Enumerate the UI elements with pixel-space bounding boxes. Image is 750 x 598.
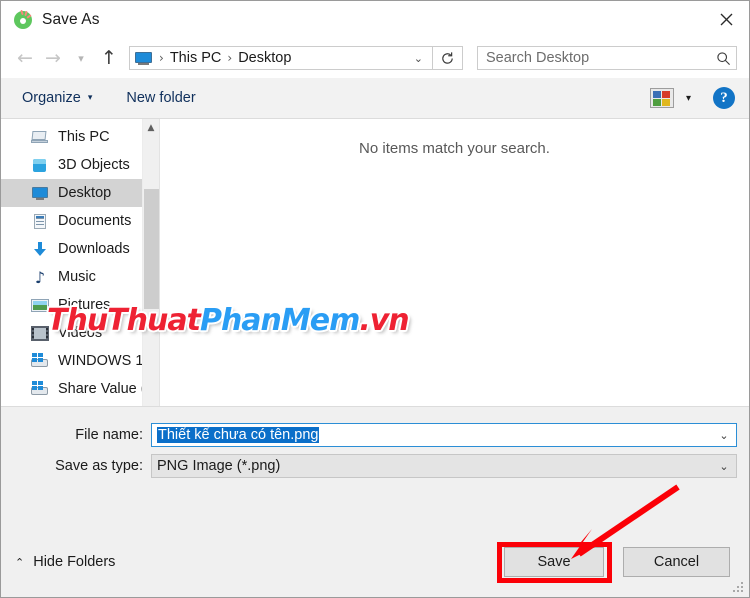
breadcrumb-separator: › bbox=[159, 51, 164, 65]
sidebar-scrollbar[interactable]: ▲ ▼ bbox=[142, 119, 159, 406]
sidebar-item-music[interactable]: ♪ Music bbox=[1, 263, 159, 291]
save-as-type-row: Save as type: PNG Image (*.png) ⌄ bbox=[1, 453, 749, 479]
arrow-up-icon: ↑ bbox=[101, 46, 117, 69]
navigation-bar: ← → ▾ ↑ › This PC › Desktop ⌄ bbox=[1, 38, 749, 78]
save-as-dialog: Save As ← → ▾ ↑ › This PC › Desktop ⌄ Se… bbox=[0, 0, 750, 598]
title-bar: Save As bbox=[1, 1, 749, 38]
help-button[interactable]: ? bbox=[713, 87, 735, 109]
file-name-label: File name: bbox=[75, 427, 143, 443]
breadcrumb-item-this-pc[interactable]: This PC bbox=[170, 50, 222, 66]
search-icon bbox=[710, 51, 736, 66]
watermark-part-2: PhanMem bbox=[199, 303, 360, 338]
close-button[interactable] bbox=[703, 1, 749, 37]
command-bar: Organize ▾ New folder ▾ ? bbox=[1, 78, 749, 119]
document-icon bbox=[31, 213, 49, 230]
sidebar-item-label: Downloads bbox=[58, 240, 130, 257]
save-as-type-combo[interactable]: PNG Image (*.png) ⌄ bbox=[151, 454, 737, 478]
cancel-button-label: Cancel bbox=[653, 554, 700, 570]
sidebar-item-label: Music bbox=[58, 268, 96, 285]
window-title: Save As bbox=[42, 10, 100, 28]
monitor-icon bbox=[134, 51, 153, 66]
resize-grip[interactable] bbox=[733, 582, 745, 594]
save-as-type-dropdown-icon[interactable]: ⌄ bbox=[712, 460, 736, 473]
file-name-combo[interactable]: Thiết kế chưa có tên.png ⌄ bbox=[151, 423, 737, 447]
file-name-value: Thiết kế chưa có tên.png bbox=[157, 427, 320, 443]
navigation-pane: This PC 3D Objects Desktop Documents Dow… bbox=[1, 119, 159, 406]
sidebar-item-this-pc[interactable]: This PC bbox=[1, 123, 159, 151]
arrow-right-icon: → bbox=[45, 46, 61, 69]
save-as-type-label: Save as type: bbox=[55, 458, 143, 474]
search-input[interactable] bbox=[478, 49, 710, 67]
file-name-input[interactable]: Thiết kế chưa có tên.png bbox=[152, 427, 712, 443]
file-name-row: File name: Thiết kế chưa có tên.png ⌄ bbox=[1, 422, 749, 448]
download-icon bbox=[31, 241, 49, 258]
close-icon bbox=[720, 13, 732, 25]
desktop-icon bbox=[31, 185, 49, 202]
chevron-up-icon: ⌃ bbox=[15, 555, 25, 569]
dialog-body: This PC 3D Objects Desktop Documents Dow… bbox=[1, 119, 749, 406]
hide-folders-button[interactable]: ⌃ Hide Folders bbox=[15, 554, 115, 570]
new-folder-label: New folder bbox=[126, 90, 196, 106]
command-bar-right: ▾ ? bbox=[649, 87, 735, 109]
annotation-highlight-save bbox=[497, 542, 612, 583]
drive-icon bbox=[31, 380, 49, 398]
breadcrumb-dropdown-icon[interactable]: ⌄ bbox=[405, 52, 432, 65]
empty-message: No items match your search. bbox=[359, 140, 550, 157]
forward-button[interactable]: → bbox=[39, 43, 67, 73]
sidebar-item-documents[interactable]: Documents bbox=[1, 207, 159, 235]
help-label: ? bbox=[720, 89, 728, 106]
sidebar-item-label: Desktop bbox=[58, 184, 112, 201]
file-list[interactable]: No items match your search. bbox=[159, 119, 749, 406]
sidebar-item-label: This PC bbox=[58, 128, 110, 145]
cube-icon bbox=[31, 157, 49, 174]
app-icon bbox=[13, 9, 33, 30]
new-folder-button[interactable]: New folder bbox=[117, 84, 204, 112]
breadcrumb[interactable]: › This PC › Desktop ⌄ bbox=[129, 46, 433, 70]
file-name-dropdown-icon[interactable]: ⌄ bbox=[712, 429, 736, 442]
watermark: ThuThuatPhanMem.vn bbox=[47, 303, 410, 338]
view-options-caret-icon[interactable]: ▾ bbox=[686, 93, 691, 104]
cancel-button[interactable]: Cancel bbox=[623, 547, 730, 577]
chevron-down-icon: ▾ bbox=[87, 93, 93, 103]
breadcrumb-item-desktop[interactable]: Desktop bbox=[238, 50, 291, 66]
sidebar-item-3d-objects[interactable]: 3D Objects bbox=[1, 151, 159, 179]
music-icon: ♪ bbox=[34, 267, 46, 287]
save-as-type-value: PNG Image (*.png) bbox=[157, 458, 281, 474]
watermark-part-1: ThuThuat bbox=[47, 303, 201, 338]
sidebar-item-downloads[interactable]: Downloads bbox=[1, 235, 159, 263]
refresh-icon bbox=[442, 51, 453, 64]
breadcrumb-separator: › bbox=[227, 51, 233, 65]
organize-label: Organize bbox=[22, 90, 81, 106]
hide-folders-label: Hide Folders bbox=[33, 554, 116, 570]
recent-locations-button[interactable]: ▾ bbox=[67, 43, 95, 73]
search-box[interactable] bbox=[477, 46, 737, 70]
sidebar-item-desktop[interactable]: Desktop bbox=[1, 179, 159, 207]
drive-icon bbox=[31, 352, 49, 370]
sidebar-item-label: 3D Objects bbox=[58, 156, 130, 173]
scroll-up-icon[interactable]: ▲ bbox=[143, 119, 159, 136]
watermark-part-3: .vn bbox=[359, 303, 409, 338]
up-button[interactable]: ↑ bbox=[95, 43, 123, 73]
scrollbar-thumb[interactable] bbox=[144, 189, 159, 309]
chevron-down-icon: ▾ bbox=[78, 51, 84, 65]
sidebar-item-label: WINDOWS 10 bbox=[58, 352, 152, 369]
arrow-left-icon: ← bbox=[17, 46, 33, 69]
sidebar-item-windows-10[interactable]: WINDOWS 10 bbox=[1, 347, 159, 375]
pc-icon bbox=[31, 129, 49, 146]
view-options-icon[interactable] bbox=[649, 88, 674, 108]
sidebar-item-label: Documents bbox=[58, 212, 132, 229]
refresh-button[interactable] bbox=[433, 46, 463, 70]
sidebar-item-share-value[interactable]: Share Value (D:) bbox=[1, 375, 159, 403]
organize-button[interactable]: Organize ▾ bbox=[13, 84, 101, 112]
back-button[interactable]: ← bbox=[11, 43, 39, 73]
